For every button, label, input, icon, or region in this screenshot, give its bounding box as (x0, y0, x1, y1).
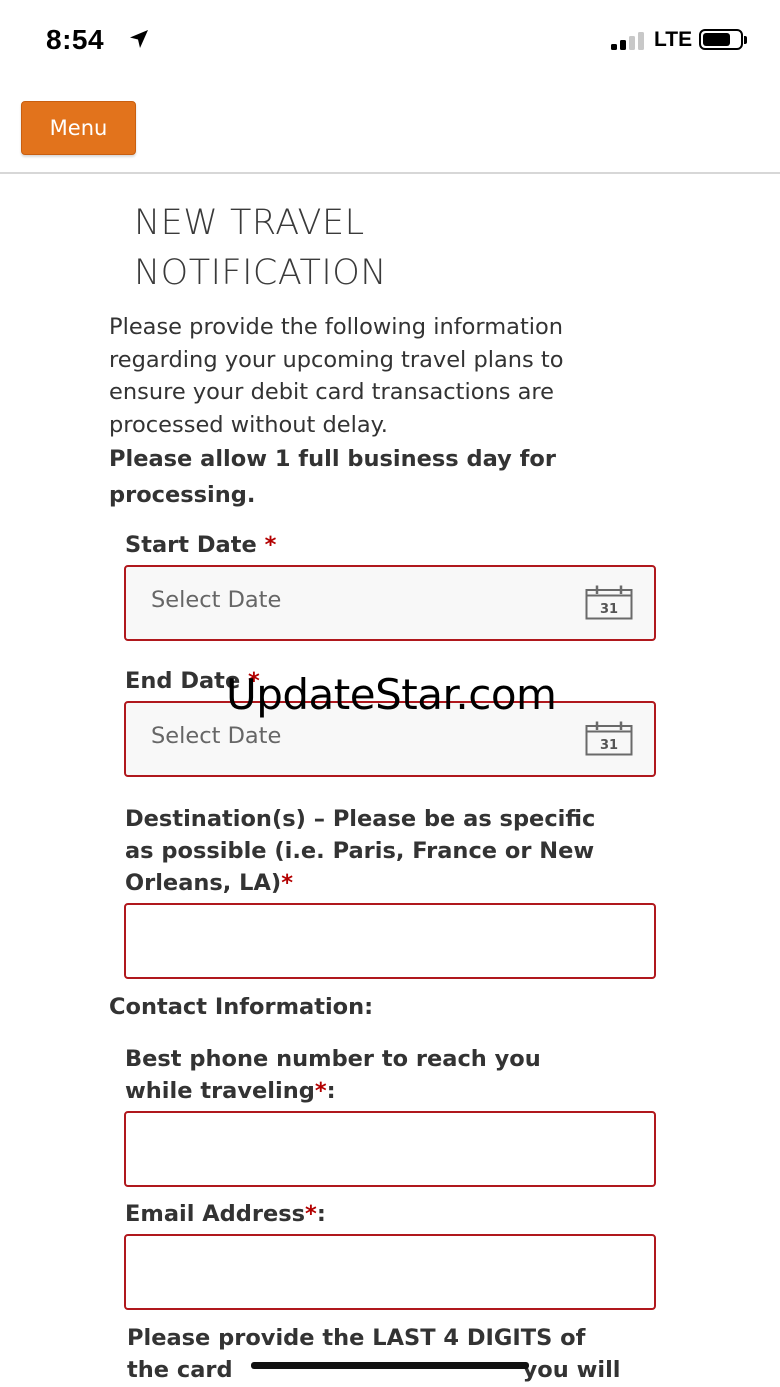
email-input[interactable] (124, 1234, 656, 1310)
start-date-label-text: Start Date (125, 532, 257, 558)
processing-notice-line: processing. (109, 482, 256, 508)
required-marker: * (305, 1201, 317, 1227)
card-digits-label-line: the card you will (127, 1354, 687, 1386)
end-date-placeholder: Select Date (151, 723, 282, 749)
card-digits-label-end: you will (522, 1357, 621, 1383)
required-marker: * (281, 870, 293, 896)
status-bar: 8:54 LTE (0, 0, 780, 80)
phone-label-line: while traveling*: (125, 1075, 685, 1107)
processing-notice: Please allow 1 full business day for pro… (109, 441, 679, 513)
phone-input[interactable] (124, 1111, 656, 1187)
label-colon: : (326, 1078, 336, 1104)
destination-label-line: as possible (i.e. Paris, France or New (125, 838, 595, 864)
cellular-signal-icon (611, 30, 649, 50)
calendar-icon-day: 31 (600, 602, 618, 617)
location-arrow-icon (130, 30, 148, 48)
calendar-icon-day: 31 (600, 738, 618, 753)
destination-label-line: Destination(s) – Please be as specific (125, 806, 596, 832)
intro-line: regarding your upcoming travel plans to (109, 346, 564, 373)
intro-line: processed without delay. (109, 411, 388, 438)
label-colon: : (316, 1201, 326, 1227)
start-date-placeholder: Select Date (151, 587, 282, 613)
watermark: UpdateStar.com (226, 670, 557, 719)
page-title: NEW TRAVEL NOTIFICATION (134, 198, 554, 298)
email-label: Email Address*: (125, 1198, 326, 1230)
card-digits-label: Please provide the LAST 4 DIGITS of the … (127, 1322, 687, 1386)
required-marker: * (314, 1078, 327, 1104)
required-marker: * (264, 532, 277, 558)
processing-notice-line: Please allow 1 full business day for (109, 446, 556, 472)
calendar-icon[interactable]: 31 (585, 585, 633, 620)
calendar-icon[interactable]: 31 (585, 721, 633, 756)
page-title-line: NOTIFICATION (134, 253, 387, 293)
destination-label-text: Orleans, LA) (125, 870, 282, 896)
menu-button[interactable]: Menu (21, 101, 136, 155)
phone-label-line: Best phone number to reach you (125, 1046, 541, 1072)
card-digits-label-start: the card (127, 1357, 233, 1383)
redaction-mark (251, 1362, 529, 1369)
email-label-text: Email Address (125, 1201, 306, 1227)
intro-text: Please provide the following information… (109, 311, 679, 441)
intro-line: ensure your debit card transactions are (109, 379, 555, 405)
status-time: 8:54 (46, 24, 105, 55)
contact-information-heading: Contact Information: (109, 994, 374, 1020)
phone-label: Best phone number to reach you while tra… (125, 1043, 685, 1107)
phone-label-text: while traveling (125, 1078, 315, 1104)
destination-label: Destination(s) – Please be as specific a… (125, 803, 685, 899)
destination-input[interactable] (124, 903, 656, 979)
page-title-line: NEW TRAVEL (134, 203, 365, 243)
battery-icon (699, 29, 747, 50)
intro-line: Please provide the following information (109, 314, 564, 340)
end-date-label-text: End Date (125, 668, 241, 694)
start-date-label: Start Date * (125, 529, 276, 561)
card-digits-label-line: Please provide the LAST 4 DIGITS of (127, 1325, 586, 1351)
network-type: LTE (654, 28, 693, 51)
start-date-input[interactable]: Select Date 31 (124, 565, 656, 641)
header-divider (0, 172, 780, 174)
destination-label-line: Orleans, LA)* (125, 867, 685, 899)
